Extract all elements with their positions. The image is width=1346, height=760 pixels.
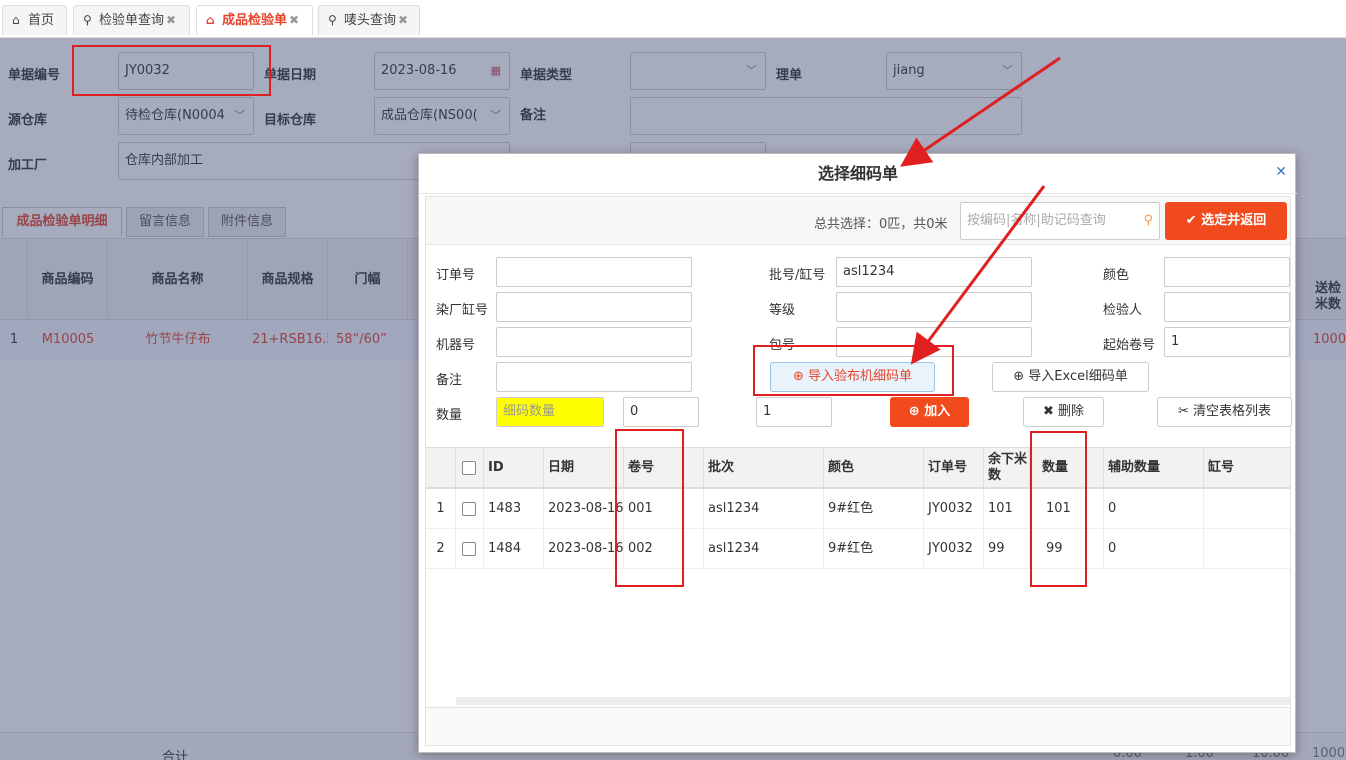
arrow-to-title — [900, 56, 1061, 167]
annotation-arrows — [900, 56, 1061, 365]
arrow-to-import — [910, 185, 1046, 365]
